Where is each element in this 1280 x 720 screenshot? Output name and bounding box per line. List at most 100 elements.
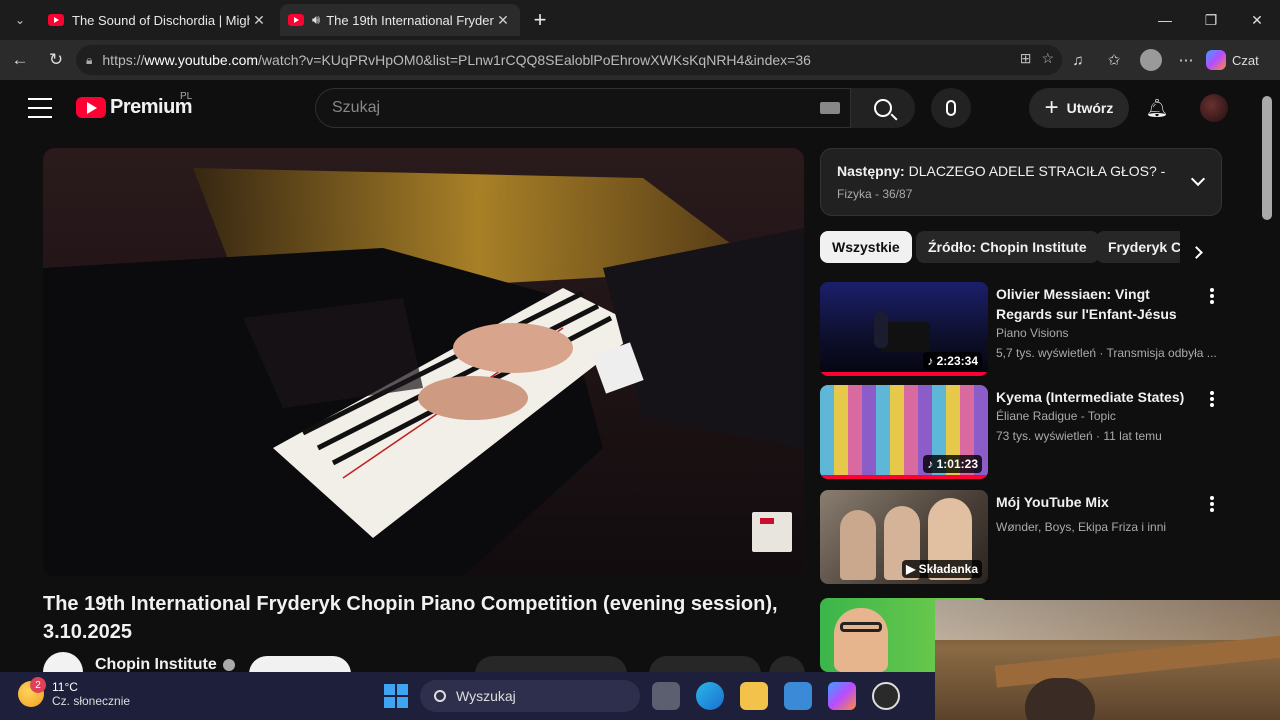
playlist-panel[interactable]: Następny: DLACZEGO ADELE STRACIŁA GŁOS? … bbox=[820, 148, 1222, 216]
youtube-favicon-icon bbox=[48, 14, 64, 26]
recommendation-title[interactable]: Mój YouTube Mix bbox=[996, 492, 1206, 512]
more-vert-icon[interactable] bbox=[1210, 288, 1214, 304]
notification-count-badge: 2 bbox=[30, 677, 46, 693]
site-info-icon[interactable]: 🔒︎ bbox=[86, 53, 92, 68]
chrome-app-icon[interactable] bbox=[872, 682, 900, 710]
voice-search-button[interactable] bbox=[931, 88, 971, 128]
microphone-icon bbox=[946, 100, 956, 116]
tab-close-icon[interactable]: ✕ bbox=[494, 12, 512, 29]
tab-close-icon[interactable]: ✕ bbox=[250, 12, 268, 29]
playlist-next: Następny: DLACZEGO ADELE STRACIŁA GŁOS? … bbox=[837, 163, 1167, 179]
next-title: DLACZEGO ADELE STRACIŁA GŁOS? - Tr... bbox=[908, 163, 1167, 179]
expand-chevron-icon[interactable] bbox=[1187, 171, 1209, 193]
recommendation-channel[interactable]: Piano Visions bbox=[996, 326, 1069, 340]
edge-browser-icon[interactable] bbox=[696, 682, 724, 710]
chips-next-arrow-icon[interactable] bbox=[1186, 240, 1206, 264]
menu-icon[interactable] bbox=[28, 98, 52, 118]
youtube-premium-logo[interactable]: Premium PL bbox=[76, 91, 193, 119]
youtube-play-logo-icon bbox=[76, 97, 106, 118]
browser-tab-strip: ⌄ The Sound of Dischordia | Mighty ✕ 🔊︎ … bbox=[0, 0, 1280, 40]
account-avatar[interactable] bbox=[1200, 94, 1228, 122]
create-button[interactable]: + Utwórz bbox=[1029, 88, 1129, 128]
chopin-institute-watermark bbox=[752, 512, 792, 552]
watch-progress-bar bbox=[820, 475, 988, 479]
back-arrow-icon[interactable]: ← bbox=[6, 46, 34, 74]
browser-tab-1[interactable]: The Sound of Dischordia | Mighty ✕ bbox=[40, 4, 276, 36]
audio-playing-icon[interactable]: 🔊︎ bbox=[312, 12, 320, 28]
video-player[interactable] bbox=[43, 148, 804, 576]
recommendation-channel[interactable]: Wønder, Boys, Ekipa Friza i inni bbox=[996, 520, 1166, 534]
file-explorer-icon[interactable] bbox=[740, 682, 768, 710]
taskbar-search-placeholder: Wyszukaj bbox=[456, 688, 516, 704]
url-path: /watch?v=KUqPRvHpOM0&list=PLnw1rCQQ8SEal… bbox=[258, 52, 811, 68]
video-thumbnail[interactable]: ♪ 1:01:23 bbox=[820, 385, 988, 479]
youtube-favicon-icon bbox=[288, 14, 304, 26]
recommendation-item[interactable]: ▶ Składanka Mój YouTube Mix Wønder, Boys… bbox=[820, 490, 1222, 586]
filter-chips: Wszystkie Źródło: Chopin Institute Fryde… bbox=[820, 231, 1180, 263]
tab-actions-chevron-icon[interactable]: ⌄ bbox=[6, 6, 34, 34]
microsoft-store-icon[interactable] bbox=[784, 682, 812, 710]
windows-taskbar: 2 11°C Cz. słonecznie Wyszukaj bbox=[0, 672, 935, 720]
media-control-icon[interactable]: ♫ bbox=[1066, 48, 1090, 72]
recommendation-meta: 5,7 tys. wyświetleń · Transmisja odbyła … bbox=[996, 346, 1216, 360]
search-icon bbox=[434, 690, 446, 702]
window-close-icon[interactable]: ✕ bbox=[1234, 0, 1280, 40]
search-placeholder: Szukaj bbox=[332, 99, 381, 116]
taskbar-search-input[interactable]: Wyszukaj bbox=[420, 680, 640, 712]
plus-icon: + bbox=[1044, 94, 1059, 121]
video-frame-piano bbox=[43, 148, 804, 576]
recommendation-item[interactable]: ♪ 2:23:34 Olivier Messiaen: Vingt Regard… bbox=[820, 282, 1222, 378]
verified-badge-icon bbox=[222, 658, 235, 671]
mix-thumbnail[interactable]: ▶ Składanka bbox=[820, 490, 988, 584]
youtube-header: Premium PL Szukaj + Utwórz 🔔︎ bbox=[0, 80, 1280, 136]
weather-widget[interactable]: 2 11°C Cz. słonecznie bbox=[18, 677, 131, 708]
task-view-icon[interactable] bbox=[652, 682, 680, 710]
temperature: 11°C bbox=[52, 680, 78, 694]
recommendation-item[interactable]: ♪ 1:01:23 Kyema (Intermediate States) Él… bbox=[820, 385, 1222, 481]
copilot-label: Czat bbox=[1232, 52, 1259, 68]
weather-condition: Cz. słonecznie bbox=[52, 694, 131, 708]
copilot-logo-icon bbox=[1206, 50, 1226, 70]
recommendation-title[interactable]: Kyema (Intermediate States) bbox=[996, 387, 1206, 407]
browser-tab-2[interactable]: 🔊︎ The 19th International Fryderyk ✕ bbox=[280, 4, 520, 36]
more-vert-icon[interactable] bbox=[1210, 391, 1214, 407]
favorite-star-icon[interactable]: ☆ bbox=[1041, 50, 1054, 67]
duration-badge: ♪ 1:01:23 bbox=[923, 455, 982, 473]
chip-fryderyk[interactable]: Fryderyk C bbox=[1096, 231, 1180, 263]
webcam-overlay bbox=[935, 600, 1280, 720]
video-title: The 19th International Fryderyk Chopin P… bbox=[43, 593, 778, 643]
keyboard-icon[interactable] bbox=[820, 102, 840, 114]
new-tab-button[interactable]: + bbox=[526, 6, 554, 34]
video-thumbnail[interactable]: ♪ 2:23:34 bbox=[820, 282, 988, 376]
copilot-app-icon[interactable] bbox=[828, 682, 856, 710]
duration-badge: ♪ 2:23:34 bbox=[923, 352, 982, 370]
more-options-icon[interactable]: ⋯ bbox=[1174, 48, 1198, 72]
app-available-icon[interactable]: ⊞ bbox=[1020, 50, 1032, 67]
address-bar[interactable]: 🔒︎ https://www.youtube.com/watch?v=KUqPR… bbox=[76, 45, 1062, 75]
tab-title: The Sound of Dischordia | Mighty bbox=[72, 12, 250, 28]
start-windows-icon[interactable] bbox=[384, 684, 408, 708]
recommendation-channel[interactable]: Éliane Radigue - Topic bbox=[996, 409, 1116, 423]
minimize-icon[interactable]: — bbox=[1142, 0, 1188, 40]
sidebar-scrollbar[interactable] bbox=[1262, 96, 1272, 220]
notifications-bell-icon[interactable]: 🔔︎ bbox=[1145, 96, 1169, 120]
restore-icon[interactable]: ❐ bbox=[1188, 0, 1234, 40]
chip-all[interactable]: Wszystkie bbox=[820, 231, 912, 263]
chip-source-chopin[interactable]: Źródło: Chopin Institute bbox=[916, 231, 1099, 263]
search-button[interactable] bbox=[851, 88, 915, 128]
mix-badge: ▶ Składanka bbox=[902, 560, 982, 578]
search-icon bbox=[874, 99, 892, 117]
profile-avatar[interactable] bbox=[1140, 49, 1162, 71]
playlist-position: Fizyka - 36/87 bbox=[837, 187, 913, 201]
favorites-icon[interactable]: ✩ bbox=[1102, 48, 1126, 72]
copilot-button[interactable]: Czat bbox=[1206, 48, 1259, 72]
more-vert-icon[interactable] bbox=[1210, 496, 1214, 512]
channel-name-text: Chopin Institute bbox=[95, 656, 217, 673]
weather-sun-icon: 2 bbox=[18, 677, 46, 707]
reload-icon[interactable]: ↻ bbox=[42, 46, 70, 74]
recommendation-meta: 73 tys. wyświetleń · 11 lat temu bbox=[996, 429, 1162, 443]
recommendation-title[interactable]: Olivier Messiaen: Vingt Regards sur l'En… bbox=[996, 284, 1206, 324]
search-input[interactable]: Szukaj bbox=[315, 88, 851, 128]
region-code: PL bbox=[180, 91, 193, 102]
watch-progress-bar bbox=[820, 372, 988, 376]
